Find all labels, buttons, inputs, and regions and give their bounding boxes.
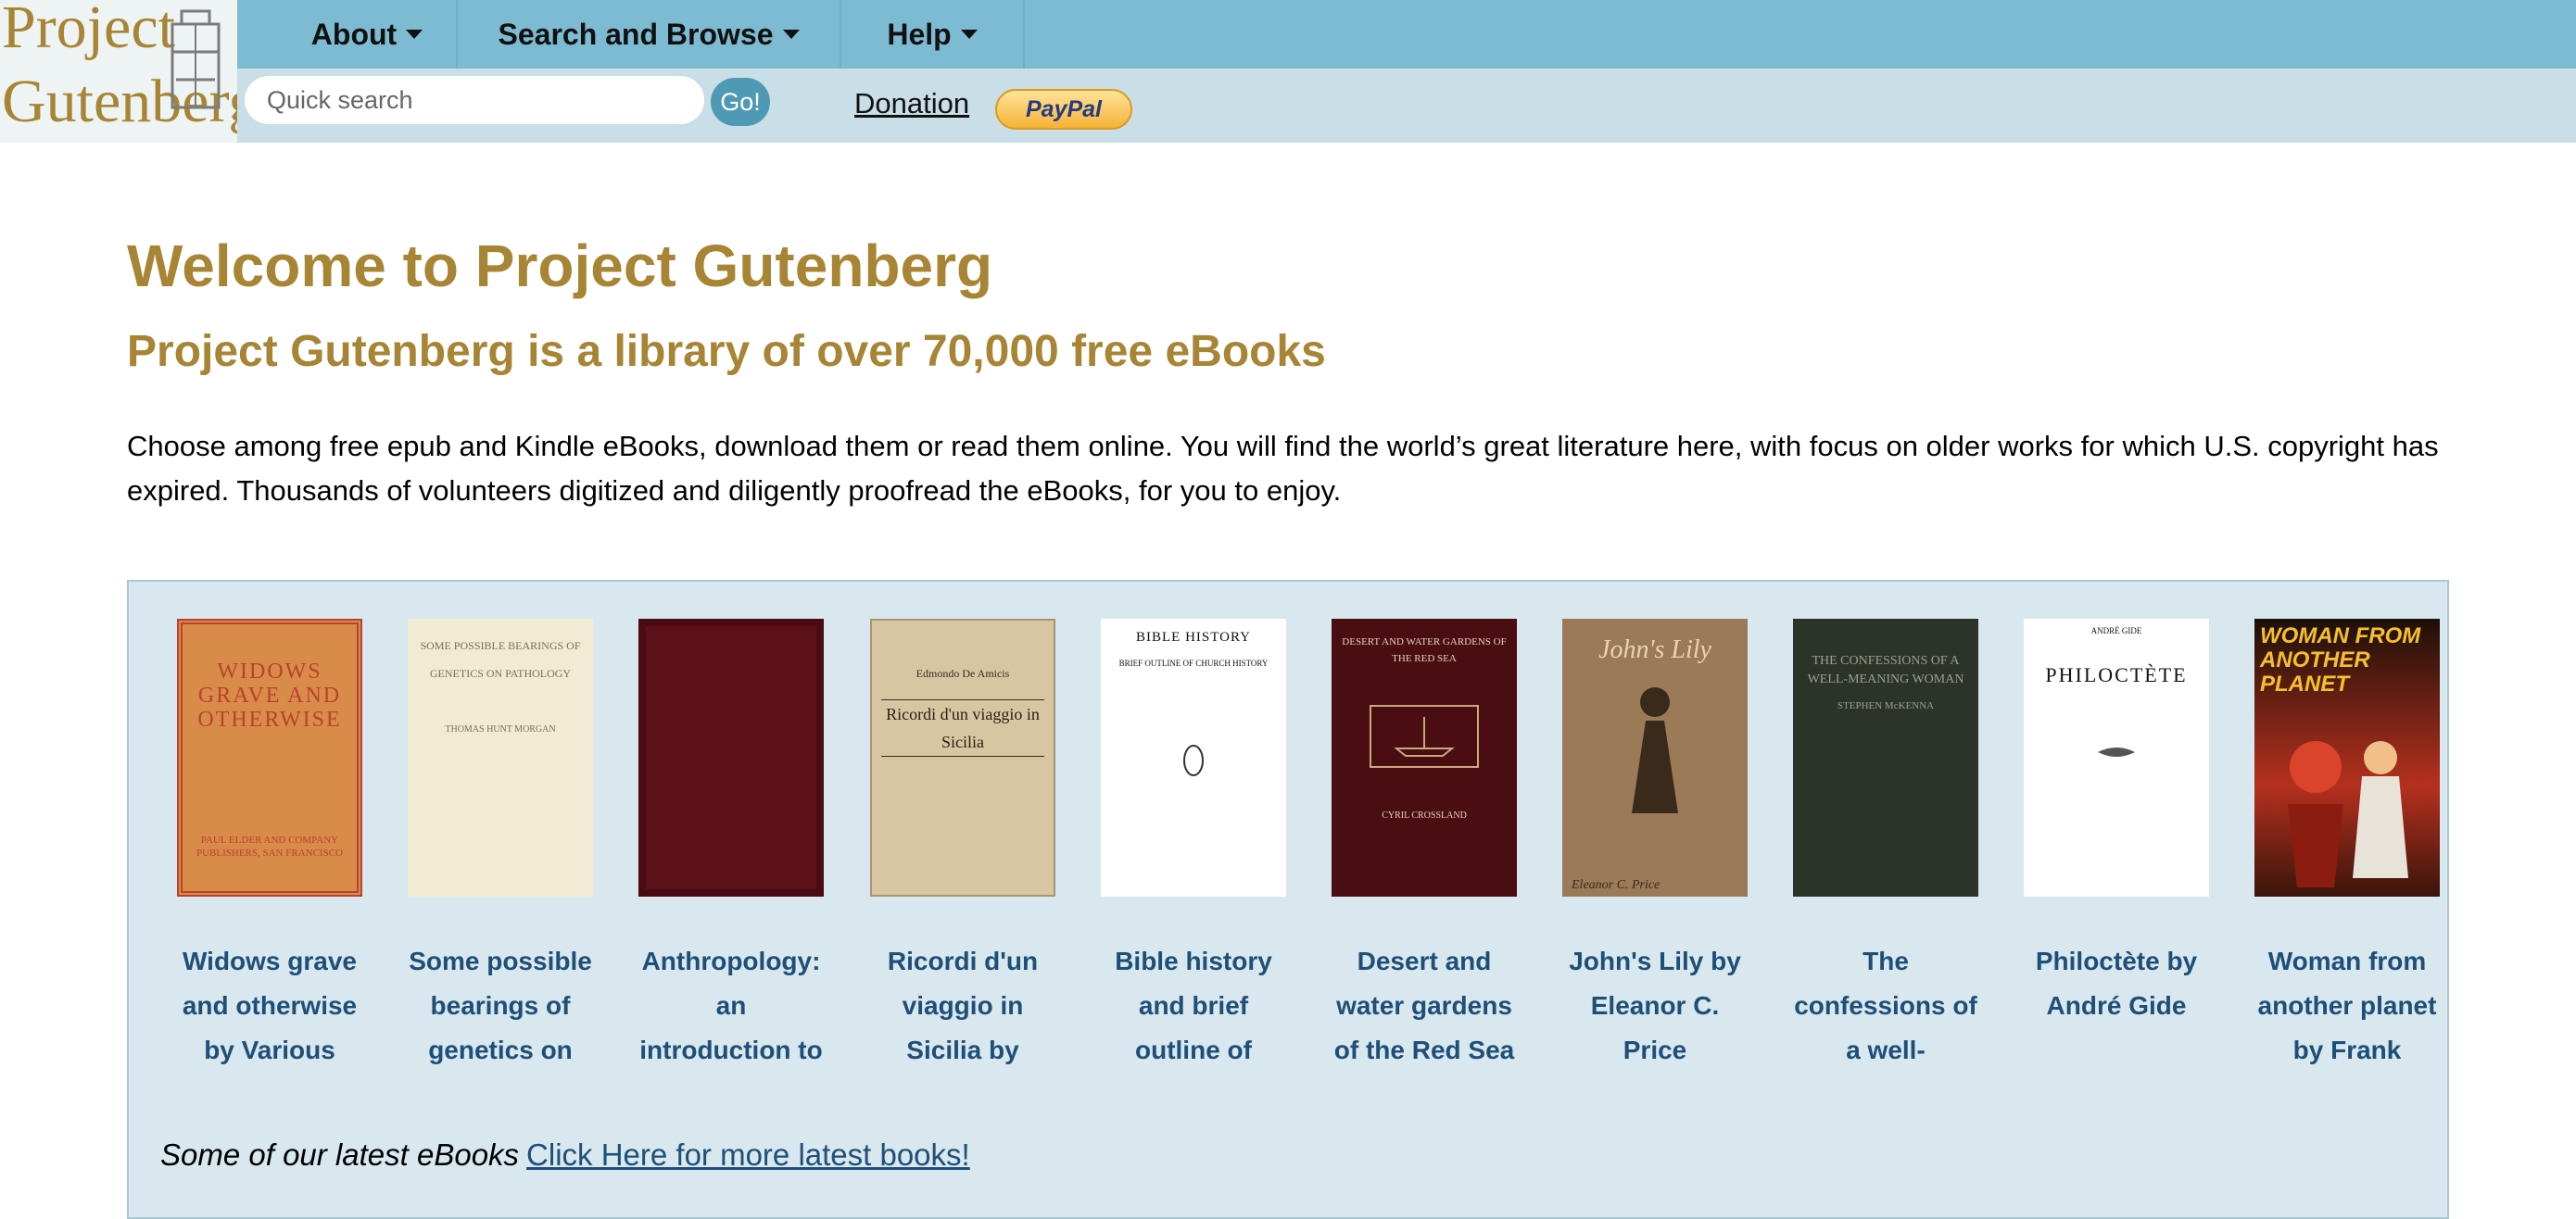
book-title-link[interactable]: John's Lily by Eleanor C. Price <box>1562 939 1748 1073</box>
more-latest-books-link[interactable]: Click Here for more latest books! <box>526 1137 970 1172</box>
header: Project Gutenberg About Search and Brows… <box>0 0 2576 143</box>
nav-about[interactable]: About <box>278 0 458 69</box>
book-title-link[interactable]: Widows grave and otherwise by Various <box>177 939 362 1073</box>
chevron-down-icon <box>960 30 978 39</box>
boat-illustration-icon <box>1370 705 1479 768</box>
nav-help-label: Help <box>887 17 952 51</box>
book-title-link[interactable]: Anthropology: an introduction to <box>638 939 824 1073</box>
book-title-link[interactable]: The confessions of a well-meaning <box>1793 939 1978 1073</box>
chevron-down-icon <box>406 30 423 39</box>
book-item[interactable]: WIDOWS GRAVE AND OTHERWISE PAUL ELDER AN… <box>177 619 362 1073</box>
latest-books-text: Some of our latest eBooks <box>160 1137 520 1172</box>
book-title-link[interactable]: Philoctète by André Gide <box>2024 939 2209 1073</box>
book-item[interactable]: THE CONFESSIONS OF A WELL-MEANING WOMAN … <box>1793 619 1978 1073</box>
printing-press-icon <box>170 9 221 109</box>
book-title-link[interactable]: Ricordi d'un viaggio in Sicilia by <box>870 939 1055 1073</box>
book-cover[interactable]: SOME POSSIBLE BEARINGS OF GENETICS ON PA… <box>408 619 593 897</box>
latest-books-caption: Some of our latest eBooks Click Here for … <box>160 1137 970 1173</box>
quick-search-input[interactable] <box>245 76 704 124</box>
search-go-button[interactable]: Go! <box>711 78 770 126</box>
latest-books-panel: WIDOWS GRAVE AND OTHERWISE PAUL ELDER AN… <box>127 580 2449 1219</box>
book-cover[interactable]: Edmondo De Amicis Ricordi d'un viaggio i… <box>870 619 1055 897</box>
book-cover[interactable]: DESERT AND WATER GARDENS OF THE RED SEA … <box>1332 619 1517 897</box>
book-item[interactable]: SOME POSSIBLE BEARINGS OF GENETICS ON PA… <box>408 619 593 1073</box>
logo-line-1: Project <box>2 0 175 61</box>
book-cover[interactable]: ANDRÉ GIDE PHILOCTÈTE <box>2024 619 2209 897</box>
book-cover[interactable]: WOMAN FROM ANOTHER PLANET <box>2254 619 2440 897</box>
nav-help[interactable]: Help <box>841 0 1025 69</box>
book-title-link[interactable]: Some possible bearings of genetics on pa… <box>408 939 593 1073</box>
book-cover[interactable]: THE CONFESSIONS OF A WELL-MEANING WOMAN … <box>1793 619 1978 897</box>
nav-search-browse-label: Search and Browse <box>498 17 774 51</box>
emblem-icon <box>2098 748 2135 757</box>
book-item[interactable]: BIBLE HISTORY BRIEF OUTLINE OF CHURCH HI… <box>1101 619 1286 1073</box>
ornament-icon <box>1183 745 1204 776</box>
paypal-button[interactable]: PayPal <box>995 89 1132 130</box>
book-item[interactable]: WOMAN FROM ANOTHER PLANET Woman from ano… <box>2254 619 2440 1073</box>
page-subtitle: Project Gutenberg is a library of over 7… <box>127 327 1326 376</box>
book-title-link[interactable]: Bible history and brief outline of <box>1101 939 1286 1073</box>
figure-illustration-icon <box>1632 687 1678 813</box>
book-item[interactable]: John's Lily Eleanor C. Price John's Lily… <box>1562 619 1748 1073</box>
book-cover[interactable]: WIDOWS GRAVE AND OTHERWISE PAUL ELDER AN… <box>177 619 362 897</box>
donation-link[interactable]: Donation <box>854 87 969 120</box>
book-title-link[interactable]: Desert and water gardens of the Red Sea <box>1332 939 1517 1073</box>
book-cover[interactable] <box>638 619 824 897</box>
book-cover[interactable]: John's Lily Eleanor C. Price <box>1562 619 1748 897</box>
book-item[interactable]: Edmondo De Amicis Ricordi d'un viaggio i… <box>870 619 1055 1073</box>
nav-about-label: About <box>310 17 398 51</box>
chevron-down-icon <box>782 30 800 39</box>
book-title-link[interactable]: Woman from another planet by Frank <box>2254 939 2440 1073</box>
pulp-art-illustration-icon <box>2288 741 2408 887</box>
project-gutenberg-logo[interactable]: Project Gutenberg <box>0 0 237 143</box>
book-item[interactable]: Anthropology: an introduction to <box>638 619 824 1073</box>
page-title: Welcome to Project Gutenberg <box>127 232 993 299</box>
book-item[interactable]: ANDRÉ GIDE PHILOCTÈTE Philoctète by Andr… <box>2024 619 2209 1073</box>
intro-text: Choose among free epub and Kindle eBooks… <box>127 430 2439 507</box>
book-cover[interactable]: BIBLE HISTORY BRIEF OUTLINE OF CHURCH HI… <box>1101 619 1286 897</box>
book-item[interactable]: DESERT AND WATER GARDENS OF THE RED SEA … <box>1332 619 1517 1073</box>
nav-search-browse[interactable]: Search and Browse <box>458 0 841 69</box>
